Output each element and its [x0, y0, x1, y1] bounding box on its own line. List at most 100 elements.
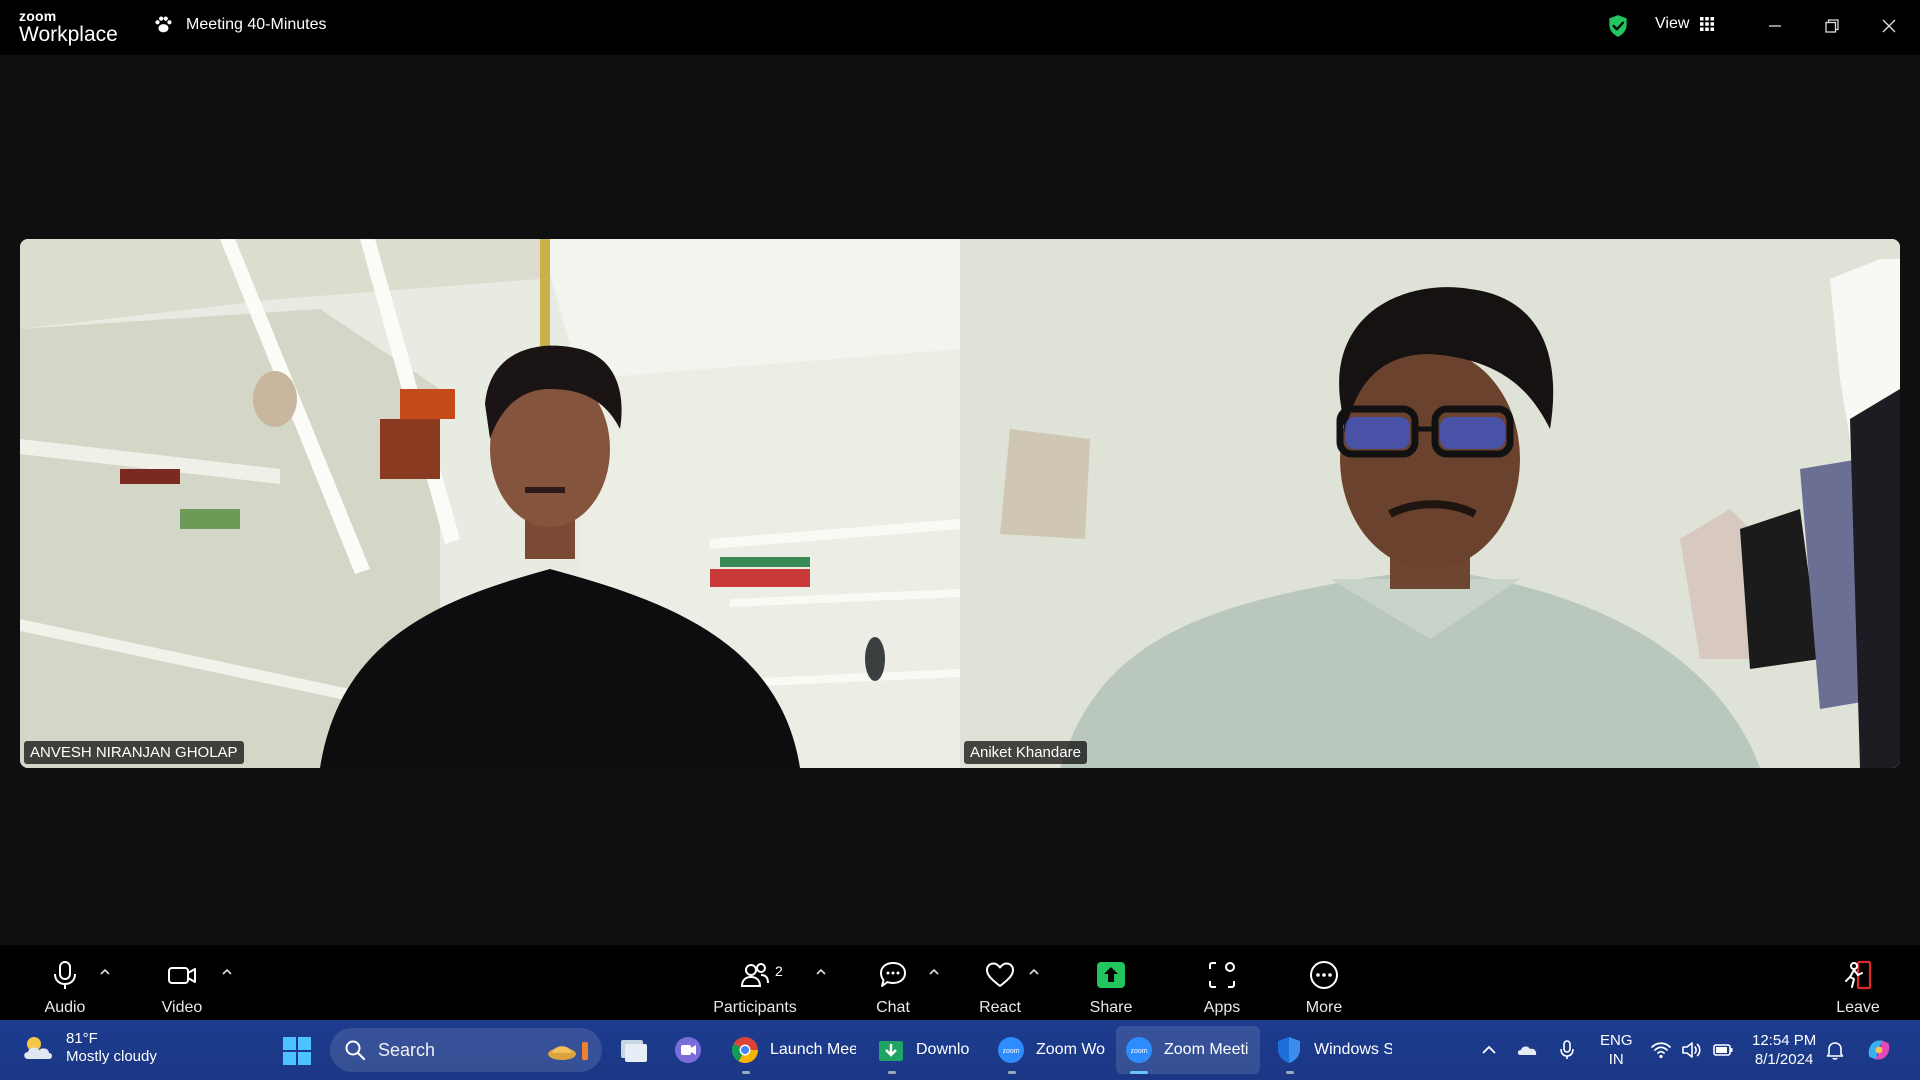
- volume-icon: [1682, 1042, 1701, 1058]
- participant-1-video-feed: [20, 239, 960, 768]
- more-dots-icon: [1310, 961, 1338, 989]
- apps-icon: [1209, 962, 1235, 988]
- close-window-button[interactable]: [1871, 10, 1907, 42]
- leave-icon: [1845, 960, 1872, 990]
- heart-icon: [986, 962, 1014, 987]
- chevron-up-icon: [100, 968, 110, 975]
- title-bar: zoom Workplace Meeting 40-Minutes View: [0, 0, 1920, 55]
- bell-icon: [1826, 1042, 1844, 1060]
- audio-options-caret[interactable]: [98, 965, 112, 979]
- audio-label: Audio: [44, 999, 86, 1016]
- close-icon: [1882, 19, 1896, 33]
- weather-cloud-icon: [24, 1037, 52, 1059]
- taskbar-search[interactable]: Search: [330, 1028, 602, 1072]
- people-icon: [740, 963, 769, 987]
- grid-icon: [1700, 17, 1715, 31]
- weather-temp: 81°F: [66, 1030, 98, 1047]
- zoom-meeting-active-indicator: [1130, 1071, 1148, 1074]
- chevron-up-icon: [816, 968, 826, 975]
- more-label: More: [1305, 999, 1343, 1016]
- logo-workplace-text: Workplace: [19, 23, 118, 46]
- search-label: Search: [378, 1039, 436, 1060]
- file-explorer-icon[interactable]: [618, 1034, 650, 1066]
- meeting-title[interactable]: Meeting 40-Minutes: [152, 14, 327, 36]
- shield-check-icon[interactable]: [1605, 13, 1631, 39]
- taskbar-app-zoom-meeting-label: Zoom Meeti: [1164, 1041, 1249, 1058]
- video-options-caret[interactable]: [220, 965, 234, 979]
- minimize-button[interactable]: [1757, 10, 1793, 42]
- tray-microphone[interactable]: [1556, 1020, 1578, 1080]
- svg-text:zoom: zoom: [1130, 1048, 1147, 1055]
- chat-options-caret[interactable]: [927, 965, 941, 979]
- video-tile-participant-1[interactable]: ANVESH NIRANJAN GHOLAP: [20, 239, 960, 768]
- chevron-up-icon: [1029, 968, 1039, 975]
- chat-button[interactable]: Chat: [870, 945, 916, 1020]
- svg-text:zoom: zoom: [1002, 1048, 1019, 1055]
- share-arrow-icon: [1097, 962, 1125, 988]
- view-button[interactable]: View: [1655, 15, 1715, 33]
- taskbar-app-chrome-label: Launch Meet: [770, 1041, 856, 1058]
- language-indicator[interactable]: ENG IN: [1600, 1032, 1633, 1070]
- tray-notifications[interactable]: [1824, 1020, 1846, 1080]
- defender-icon: [1278, 1037, 1300, 1063]
- taskbar-app-windows-security[interactable]: Windows S: [1266, 1026, 1392, 1074]
- video-tile-participant-2[interactable]: Aniket Khandare: [960, 239, 1900, 768]
- tray-wifi[interactable]: [1650, 1020, 1672, 1080]
- weather-widget[interactable]: 81°F Mostly cloudy: [20, 1030, 157, 1066]
- weather-desc: Mostly cloudy: [66, 1048, 157, 1065]
- react-label: React: [979, 999, 1021, 1016]
- windows-taskbar: 81°F Mostly cloudy Search Launch Meet Do…: [0, 1020, 1920, 1080]
- copilot-icon: [1868, 1040, 1890, 1060]
- taskbar-app-chrome[interactable]: Launch Meet: [722, 1026, 856, 1074]
- battery-icon: [1713, 1044, 1733, 1056]
- share-button[interactable]: Share: [1086, 945, 1136, 1020]
- downloads-running-indicator: [888, 1071, 896, 1074]
- search-icon: [345, 1040, 366, 1061]
- taskbar-clock[interactable]: 12:54 PM 8/1/2024: [1752, 1032, 1816, 1070]
- react-button[interactable]: React: [976, 945, 1024, 1020]
- mic-tray-icon: [1560, 1040, 1574, 1059]
- microphone-icon: [54, 961, 76, 989]
- taskbar-app-zoom-workplace[interactable]: zoom Zoom Wo: [988, 1026, 1106, 1074]
- participants-options-caret[interactable]: [814, 965, 828, 979]
- participants-label: Participants: [713, 999, 797, 1016]
- tray-overflow[interactable]: [1478, 1020, 1500, 1080]
- meeting-title-text: Meeting 40-Minutes: [186, 16, 327, 33]
- windows-security-running-indicator: [1286, 1071, 1294, 1074]
- teams-icon[interactable]: [672, 1034, 704, 1066]
- clock-time: 12:54 PM: [1752, 1032, 1817, 1049]
- search-highlight-icon: [548, 1042, 588, 1060]
- chevron-up-icon: [929, 968, 939, 975]
- video-button[interactable]: Video: [152, 945, 212, 1020]
- windows-start-icon[interactable]: [282, 1036, 312, 1066]
- weather-text: 81°F Mostly cloudy: [66, 1030, 157, 1066]
- tray-onedrive[interactable]: [1516, 1020, 1538, 1080]
- restore-button[interactable]: [1814, 10, 1850, 42]
- zoom-workplace-logo: zoom Workplace: [19, 9, 118, 45]
- audio-button[interactable]: Audio: [36, 945, 94, 1020]
- apps-label: Apps: [1203, 999, 1241, 1016]
- tray-battery[interactable]: [1712, 1020, 1734, 1080]
- language-line-2: IN: [1608, 1050, 1624, 1068]
- react-options-caret[interactable]: [1027, 965, 1041, 979]
- clock-date: 8/1/2024: [1754, 1050, 1814, 1068]
- zoom-workplace-running-indicator: [1008, 1071, 1016, 1074]
- participants-count: 2: [775, 963, 783, 979]
- taskbar-app-zoom-meeting[interactable]: zoom Zoom Meeti: [1116, 1026, 1260, 1074]
- wifi-icon: [1651, 1042, 1671, 1059]
- tray-copilot[interactable]: [1864, 1020, 1894, 1080]
- leave-button[interactable]: Leave: [1834, 945, 1882, 1020]
- taskbar-app-downloads[interactable]: Downlo: [868, 1026, 980, 1074]
- chevron-up-icon: [222, 968, 232, 975]
- language-line-1: ENG: [1600, 1032, 1633, 1049]
- tray-volume[interactable]: [1680, 1020, 1702, 1080]
- apps-button[interactable]: Apps: [1198, 945, 1246, 1020]
- participants-button[interactable]: Participants: [710, 945, 800, 1020]
- taskbar-app-windows-security-label: Windows S: [1314, 1041, 1392, 1058]
- participant-2-video-feed: [960, 239, 1900, 768]
- minimize-icon: [1769, 25, 1781, 27]
- zoom-icon: zoom: [998, 1037, 1024, 1063]
- chat-bubble-icon: [880, 962, 906, 987]
- more-button[interactable]: More: [1300, 945, 1348, 1020]
- chrome-running-indicator: [742, 1071, 750, 1074]
